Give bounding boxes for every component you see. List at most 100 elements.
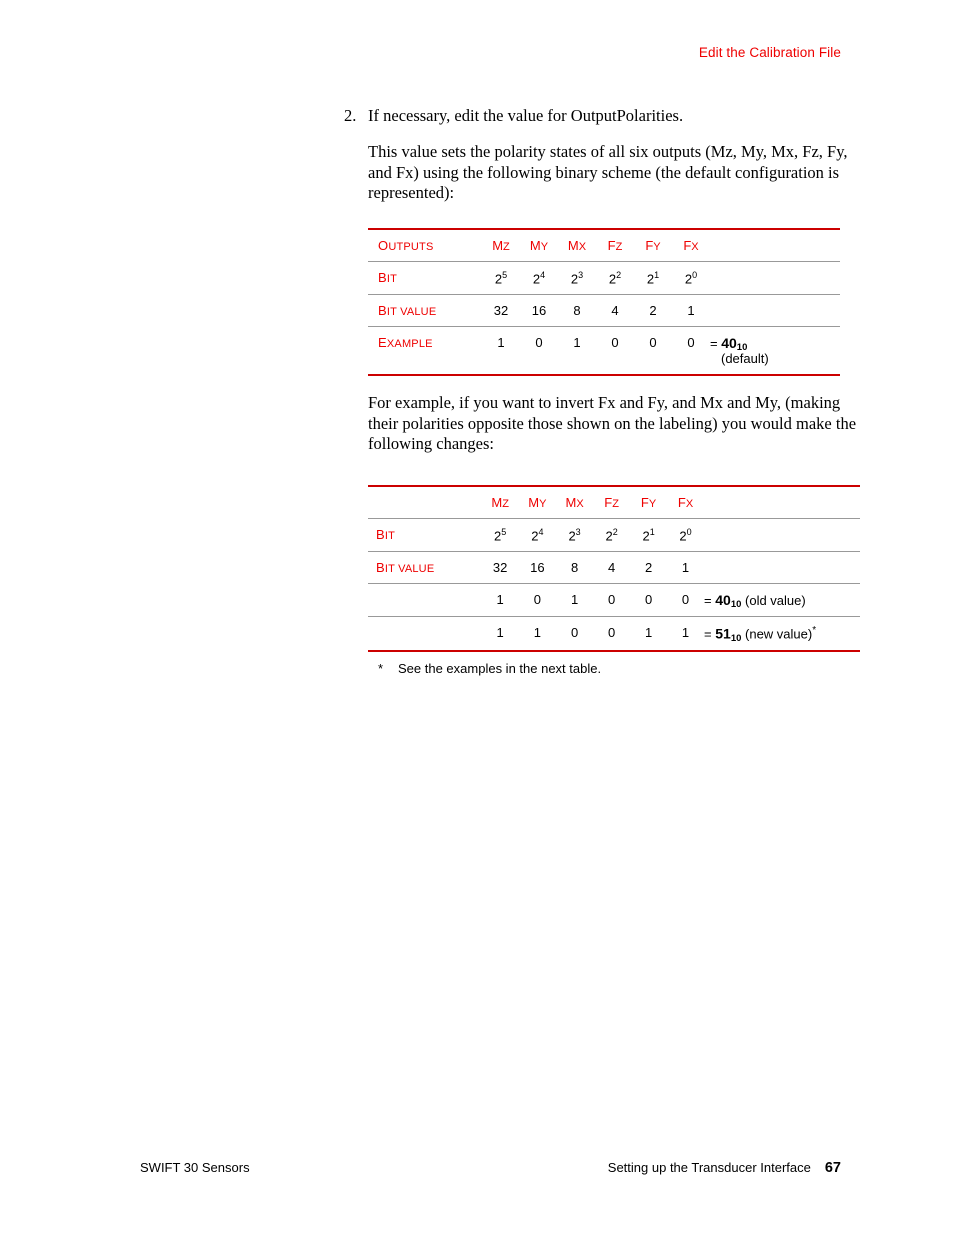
col-header-fx: FX	[667, 484, 705, 519]
exponent: 1	[649, 526, 655, 537]
col-cap: M	[565, 494, 577, 510]
cell-bit-fy: 21	[634, 260, 672, 295]
table-default-polarity-wrap: OUTPUTS MZ MY MX FZ FY FX BIT 25 24 23 2…	[340, 227, 860, 377]
cell-bitvalue-fz: 4	[596, 294, 634, 327]
base: 2	[568, 528, 576, 544]
table-row: 1 0 1 0 0 0 = 4010 (old value)	[368, 583, 860, 617]
table-new-polarity-wrap: MZ M Y MX F Z FY FX BIT 25 24 23 22 21 20	[340, 484, 860, 652]
cell-result	[710, 260, 840, 295]
exponent: 4	[540, 269, 546, 280]
col-cap: M	[529, 237, 541, 253]
footnote: * See the examples in the next table.	[340, 661, 860, 676]
exponent: 0	[692, 269, 698, 280]
col-cap: F	[640, 494, 649, 510]
numbered-step-2: 2. If necessary, edit the value for Outp…	[340, 106, 860, 125]
cell-new-fz: 0	[593, 616, 631, 652]
base: 2	[642, 528, 650, 544]
base-subscript: 10	[730, 599, 742, 611]
col-header-mz: MZ	[481, 484, 519, 519]
cell-example-fz: 0	[596, 326, 634, 377]
cell-result-old-value: = 4010 (old value)	[704, 583, 860, 617]
step-number: 2.	[344, 106, 357, 125]
cell-bit-fy: 21	[630, 517, 668, 552]
label-rest: XAMPLE	[386, 338, 433, 351]
table-new-polarity: MZ M Y MX F Z FY FX BIT 25 24 23 22 21 20	[368, 484, 860, 652]
table-row-header: OUTPUTS MZ MY MX FZ FY FX	[368, 227, 840, 262]
row-label-empty	[368, 616, 482, 652]
cell-example-fy: 0	[634, 326, 672, 377]
label-cap: B	[378, 269, 387, 285]
label-cap: B	[376, 560, 385, 576]
cell-old-fy: 0	[630, 583, 668, 617]
cell-bit-fx: 20	[672, 260, 710, 295]
cell-result-default: = 4010 (default)	[710, 326, 840, 377]
row-label-empty	[368, 583, 482, 617]
exponent: 1	[654, 269, 660, 280]
exponent: 5	[502, 269, 508, 280]
cell-example-my: 0	[520, 326, 558, 377]
cell-bitvalue-mz: 32	[481, 551, 519, 584]
col-header-mx: MX	[555, 484, 594, 519]
base-subscript: 10	[736, 342, 748, 354]
row-label-bit: BIT	[368, 260, 482, 295]
col-header-mz: MZ	[482, 227, 520, 262]
cell-bit-fx: 20	[667, 517, 705, 552]
cell-result	[710, 294, 840, 327]
col-sub: Y	[539, 497, 547, 510]
cell-old-fx: 0	[667, 583, 705, 617]
cell-bit-mx: 23	[555, 517, 594, 552]
paragraph-invert-example: For example, if you want to invert Fx an…	[368, 393, 857, 454]
result-note: (default)	[721, 351, 769, 367]
base-subscript: 10	[730, 632, 742, 644]
exponent: 3	[578, 269, 584, 280]
cell-new-my: 1	[518, 616, 556, 652]
table-row-header: MZ M Y MX F Z FY FX	[368, 484, 860, 519]
cell-bitvalue-fz: 4	[593, 551, 631, 584]
table2-header-label	[368, 484, 482, 519]
base: 2	[605, 528, 613, 544]
label-rest: UTPUTS	[388, 240, 434, 253]
col-cap: M	[492, 237, 504, 253]
cell-bit-mx: 23	[558, 260, 596, 295]
cell-result	[704, 551, 860, 584]
cell-old-fz: 0	[593, 583, 631, 617]
base: 2	[679, 528, 687, 544]
label-cap: B	[378, 303, 387, 319]
result-note: (new value)	[741, 626, 813, 642]
table-row: BIT 25 24 23 22 21 20	[368, 517, 860, 552]
cell-example-mx: 1	[558, 326, 596, 377]
col-header-fy: FY	[634, 227, 672, 262]
col-header-result	[704, 484, 860, 519]
col-cap: F	[607, 237, 616, 253]
label-cap: O	[378, 237, 389, 253]
cell-bit-fz: 22	[596, 260, 634, 295]
equals-sign: =	[704, 593, 716, 609]
cell-old-mz: 1	[481, 583, 519, 617]
decimal-value: 40	[715, 592, 731, 609]
label-cap: B	[376, 526, 385, 542]
col-sub: X	[685, 497, 694, 510]
col-sub: Z	[612, 497, 619, 510]
table-row: EXAMPLE 1 0 1 0 0 0 = 4010 (default)	[368, 326, 840, 377]
col-header-my: MY	[520, 227, 558, 262]
table1-header-label: OUTPUTS	[368, 227, 482, 262]
page-content: 2. If necessary, edit the value for Outp…	[340, 106, 860, 676]
running-header: Edit the Calibration File	[698, 45, 841, 60]
exponent: 2	[612, 526, 618, 537]
cell-new-mx: 0	[555, 616, 594, 652]
cell-bit-mz: 25	[481, 517, 519, 552]
exponent: 2	[616, 269, 622, 280]
cell-bitvalue-my: 16	[518, 551, 556, 584]
cell-bitvalue-fy: 2	[630, 551, 668, 584]
cell-example-mz: 1	[482, 326, 520, 377]
cell-bit-mz: 25	[482, 260, 520, 295]
col-header-fy: FY	[630, 484, 668, 519]
footnote-marker-icon: *	[812, 625, 817, 637]
exponent: 3	[575, 526, 581, 537]
table-row: BIT VALUE 32 16 8 4 2 1	[368, 294, 840, 327]
footer-chapter-title: Setting up the Transducer Interface	[607, 1160, 811, 1175]
row-label-bit-value: BIT VALUE	[368, 294, 482, 327]
footer-right-group: Setting up the Transducer Interface 67	[608, 1160, 841, 1176]
table-row: 1 1 0 0 1 1 = 5110 (new value)*	[368, 616, 860, 652]
col-sub: X	[576, 497, 584, 510]
